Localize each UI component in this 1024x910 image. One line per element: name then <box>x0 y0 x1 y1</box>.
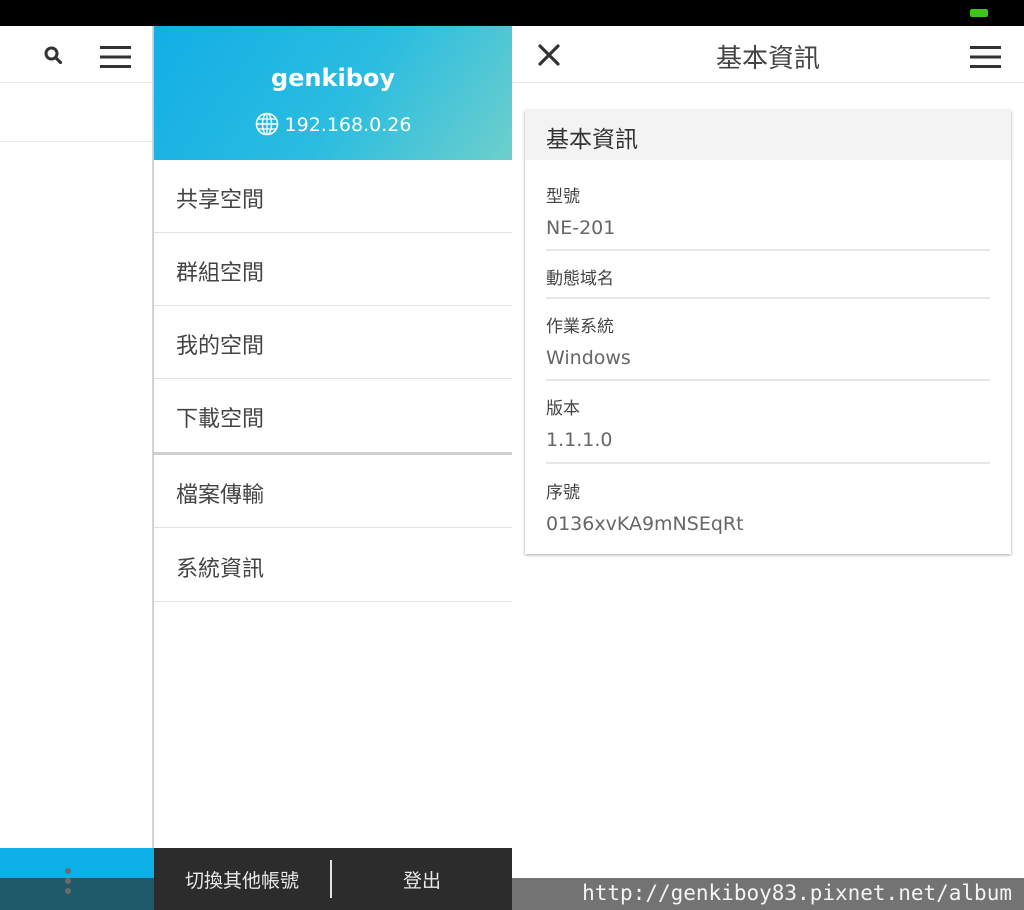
menu-item-my-space[interactable]: 我的空間 <box>154 306 512 379</box>
menu-item-system-info[interactable]: 系統資訊 <box>154 529 512 602</box>
field-value: NE-201 <box>546 217 616 239</box>
field-label: 作業系統 <box>546 317 614 337</box>
field-label: 序號 <box>546 483 580 503</box>
menu-item-group-space[interactable]: 群組空間 <box>154 233 512 306</box>
menu-item-label: 檔案傳輸 <box>176 483 265 508</box>
field-divider <box>546 462 990 464</box>
username: genkiboy <box>270 64 396 92</box>
drawer-header: genkiboy 192.168.0.26 <box>154 26 512 160</box>
field-divider <box>546 297 990 299</box>
background-pane <box>0 26 154 910</box>
more-options-icon[interactable] <box>64 868 72 900</box>
battery-icon <box>970 9 988 17</box>
ip-address: 192.168.0.26 <box>154 112 512 136</box>
field-label: 動態域名 <box>546 269 614 289</box>
background-bottom-bar <box>0 848 154 910</box>
footer-divider <box>330 860 332 898</box>
field-label: 版本 <box>546 399 580 419</box>
field-model: 型號 NE-201 <box>546 182 990 239</box>
field-value: Windows <box>546 347 631 369</box>
field-ddns: 動態域名 <box>546 264 990 299</box>
field-os: 作業系統 Windows <box>546 312 990 369</box>
menu-item-download-space[interactable]: 下載空間 <box>154 379 512 451</box>
ip-address-text: 192.168.0.26 <box>284 114 412 136</box>
navigation-drawer: genkiboy 192.168.0.26 共享空間 群組空間 我的空間 下載空… <box>154 26 512 910</box>
field-value: 0136xvKA9mNSEqRt <box>546 513 744 535</box>
info-card: 基本資訊 型號 NE-201 動態域名 作業系統 Windows 版本 1.1.… <box>525 110 1011 554</box>
status-bar <box>0 0 1024 26</box>
card-title: 基本資訊 <box>546 127 638 153</box>
menu-item-shared-space[interactable]: 共享空間 <box>154 160 512 233</box>
background-row <box>0 83 154 142</box>
field-value: 1.1.1.0 <box>546 429 613 451</box>
menu-item-file-transfer[interactable]: 檔案傳輸 <box>154 455 512 528</box>
field-label: 型號 <box>546 187 580 207</box>
field-serial: 序號 0136xvKA9mNSEqRt <box>546 478 990 535</box>
page-title: 基本資訊 <box>715 44 820 74</box>
menu-item-label: 我的空間 <box>176 334 265 359</box>
field-divider <box>546 249 990 251</box>
menu-item-label: 下載空間 <box>176 407 265 432</box>
drawer-footer: 切換其他帳號 登出 <box>154 848 512 910</box>
logout-button[interactable]: 登出 <box>403 866 441 893</box>
card-header: 基本資訊 <box>525 110 1011 160</box>
watermark: http://genkiboy83.pixnet.net/album <box>512 878 1024 910</box>
field-divider <box>546 379 990 381</box>
switch-account-button[interactable]: 切換其他帳號 <box>185 866 299 893</box>
background-toolbar <box>0 26 154 83</box>
field-version: 版本 1.1.1.0 <box>546 394 990 451</box>
menu-icon[interactable] <box>100 46 131 68</box>
search-icon[interactable] <box>44 46 62 64</box>
top-app-bar: 基本資訊 <box>512 26 1024 83</box>
menu-item-label: 共享空間 <box>176 188 265 213</box>
menu-icon[interactable] <box>970 46 1001 68</box>
menu-item-label: 群組空間 <box>176 261 265 286</box>
basic-info-page: 基本資訊 基本資訊 型號 NE-201 動態域名 作業系統 Windows 版本… <box>512 26 1024 910</box>
globe-icon <box>255 112 278 136</box>
menu-item-label: 系統資訊 <box>176 557 265 582</box>
watermark-text: http://genkiboy83.pixnet.net/album <box>582 881 1012 905</box>
